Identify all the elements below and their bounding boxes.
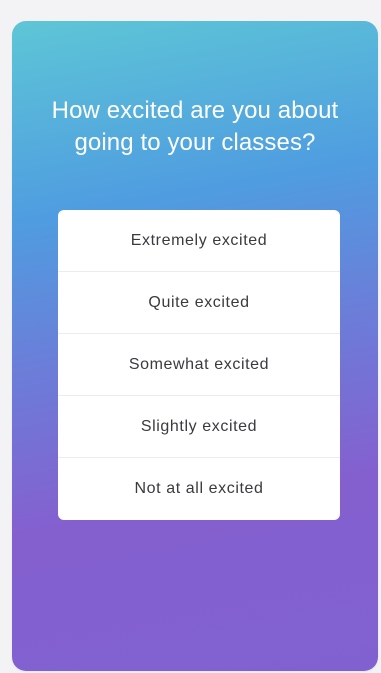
option-quite-excited[interactable]: Quite excited	[58, 272, 340, 334]
question-title: How excited are you about going to your …	[51, 97, 339, 156]
option-somewhat-excited[interactable]: Somewhat excited	[58, 334, 340, 396]
survey-card: How excited are you about going to your …	[12, 21, 378, 671]
answer-options-list: Extremely excited Quite excited Somewhat…	[58, 210, 340, 520]
option-extremely-excited[interactable]: Extremely excited	[58, 210, 340, 272]
option-not-at-all-excited[interactable]: Not at all excited	[58, 458, 340, 520]
option-slightly-excited[interactable]: Slightly excited	[58, 396, 340, 458]
